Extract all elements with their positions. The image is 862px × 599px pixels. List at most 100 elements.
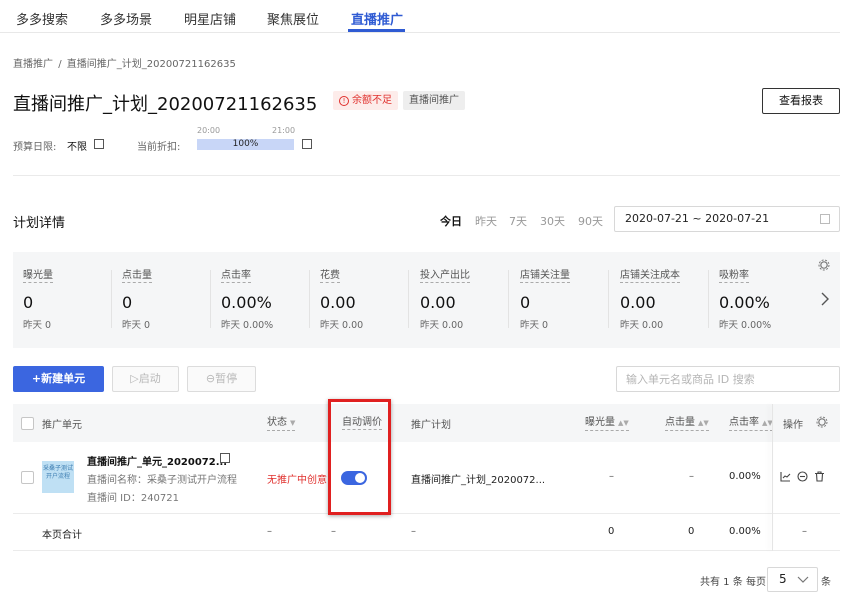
sort-icon[interactable]: ▲▼ <box>618 417 629 430</box>
col-impressions[interactable]: 曝光量 ▲▼ <box>585 416 629 431</box>
breadcrumb: 直播推广 / 直播间推广_计划_20200721162635 <box>13 55 236 70</box>
metric-value: 0.00 <box>620 293 656 312</box>
plan-type-tag: 直播间推广 <box>403 91 465 110</box>
tab-focus-booth[interactable]: 聚焦展位 <box>267 9 319 28</box>
discount-time-start: 20:00 <box>197 126 221 135</box>
metric-card[interactable]: 投入产出比 0.00 昨天 0.00 <box>410 252 509 348</box>
summary-ctr: 0.00% <box>729 526 761 537</box>
chevron-down-icon <box>797 576 809 583</box>
metric-value: 0.00% <box>221 293 272 312</box>
summary-plan: – <box>411 526 416 537</box>
metric-label: 投入产出比 <box>420 270 470 283</box>
metric-value: 0.00 <box>320 293 356 312</box>
metric-value: 0.00% <box>719 293 770 312</box>
edit-unit-name-icon[interactable] <box>220 453 230 463</box>
sort-icon[interactable]: ▲▼ <box>698 417 709 430</box>
daily-budget-value: 不限 <box>67 142 87 153</box>
col-status-label: 状态 <box>267 417 287 428</box>
plan-name-link[interactable]: 直播间推广_计划_2020072... <box>411 471 545 486</box>
metric-yesterday: 昨天 0 <box>23 320 52 331</box>
pause-circle-icon: ⊖ <box>205 372 216 385</box>
unit-search-input[interactable] <box>616 366 840 392</box>
summary-label: 本页合计 <box>42 530 82 541</box>
metric-separator <box>508 270 509 328</box>
balance-warning-badge: ! 余额不足 <box>333 91 398 110</box>
range-30d[interactable]: 30天 <box>540 213 565 229</box>
col-ctr-label: 点击率 <box>729 417 759 428</box>
view-report-button[interactable]: 查看报表 <box>762 88 840 114</box>
page-size-select[interactable]: 5 <box>767 567 818 592</box>
select-all-checkbox[interactable] <box>21 417 34 430</box>
chevron-right-icon[interactable] <box>820 292 830 306</box>
metric-yesterday: 昨天 0 <box>520 320 549 331</box>
page-size-value: 5 <box>779 572 787 586</box>
summary-auto-bid: – <box>331 526 336 537</box>
metrics-panel: 曝光量 0 昨天 0 点击量 0 昨天 0 点击率 0.00% 昨天 0.00%… <box>13 252 840 348</box>
metric-separator <box>608 270 609 328</box>
row-impressions: – <box>609 471 614 482</box>
summary-row <box>13 514 840 551</box>
unit-name-link[interactable]: 直播间推广_单元_2020072... <box>87 453 227 468</box>
range-yesterday[interactable]: 昨天 <box>475 213 497 229</box>
column-settings-gear-icon[interactable] <box>816 416 828 428</box>
metric-card[interactable]: 店铺关注量 0 昨天 0 <box>510 252 609 348</box>
edit-discount-icon[interactable] <box>302 139 312 149</box>
range-7d[interactable]: 7天 <box>509 213 527 229</box>
metric-label: 吸粉率 <box>719 270 749 283</box>
pause-button[interactable]: ⊖暂停 <box>187 366 256 392</box>
start-button[interactable]: ▷启动 <box>112 366 179 392</box>
date-range-value: 2020-07-21 ~ 2020-07-21 <box>625 212 770 225</box>
tab-duoduo-search[interactable]: 多多搜索 <box>16 9 68 28</box>
discount-value: 100% <box>232 139 259 149</box>
col-unit: 推广单元 <box>42 420 82 431</box>
start-label: 启动 <box>138 372 161 385</box>
discount-time-end: 21:00 <box>272 126 296 135</box>
balance-warning-text: 余额不足 <box>352 95 392 106</box>
live-room-name: 直播间名称：采桑子测试开户流程 <box>87 475 237 486</box>
breadcrumb-current: 直播间推广_计划_20200721162635 <box>66 59 236 70</box>
col-status[interactable]: 状态 ▼ <box>267 416 296 431</box>
breadcrumb-parent[interactable]: 直播推广 <box>13 59 53 70</box>
metric-card[interactable]: 吸粉率 0.00% 昨天 0.00% <box>709 252 808 348</box>
col-clicks[interactable]: 点击量 ▲▼ <box>665 416 709 431</box>
row-checkbox[interactable] <box>21 471 34 484</box>
summary-status: – <box>267 526 272 537</box>
metric-card[interactable]: 点击率 0.00% 昨天 0.00% <box>211 252 310 348</box>
per-page-label: 每页 <box>746 577 766 588</box>
edit-budget-icon[interactable] <box>94 139 104 149</box>
table-header: 推广单元 状态 ▼ 自动调价 推广计划 曝光量 ▲▼ 点击量 ▲▼ 点击率 ▲▼ 操作 <box>13 404 840 442</box>
metric-card[interactable]: 花费 0.00 昨天 0.00 <box>310 252 409 348</box>
pagination-total: 共有 1 条 <box>700 577 743 588</box>
metric-card[interactable]: 店铺关注成本 0.00 昨天 0.00 <box>610 252 709 348</box>
range-90d[interactable]: 90天 <box>578 213 603 229</box>
date-range-picker[interactable]: 2020-07-21 ~ 2020-07-21 <box>614 206 840 232</box>
chart-icon[interactable] <box>780 471 791 482</box>
metric-value: 0 <box>122 293 133 312</box>
discount-bar: 100% <box>197 139 294 150</box>
metric-yesterday: 昨天 0.00 <box>420 320 464 331</box>
live-room-id: 直播间 ID：240721 <box>87 493 180 504</box>
col-ctr[interactable]: 点击率 ▲▼ <box>729 416 773 431</box>
metric-card[interactable]: 点击量 0 昨天 0 <box>112 252 211 348</box>
metric-yesterday: 昨天 0.00 <box>320 320 364 331</box>
summary-impressions: 0 <box>608 526 615 537</box>
trash-icon[interactable] <box>814 471 825 482</box>
summary-ops: – <box>802 526 807 537</box>
metric-card[interactable]: 曝光量 0 昨天 0 <box>13 252 112 348</box>
tab-star-store[interactable]: 明星店铺 <box>184 9 236 28</box>
metric-yesterday: 昨天 0.00 <box>620 320 664 331</box>
tab-live-promotion[interactable]: 直播推广 <box>351 9 403 28</box>
new-unit-button[interactable]: +新建单元 <box>13 366 104 392</box>
metric-separator <box>408 270 409 328</box>
col-clicks-label: 点击量 <box>665 417 695 428</box>
filter-icon[interactable]: ▼ <box>290 417 295 430</box>
metric-value: 0 <box>520 293 531 312</box>
range-today[interactable]: 今日 <box>440 213 462 229</box>
metrics-settings-gear-icon[interactable] <box>818 259 830 271</box>
row-clicks: – <box>689 471 694 482</box>
metric-label: 曝光量 <box>23 270 53 283</box>
tab-duoduo-scene[interactable]: 多多场景 <box>100 9 152 28</box>
divider <box>13 175 840 176</box>
pause-circle-icon[interactable] <box>797 471 808 482</box>
row-ctr: 0.00% <box>729 471 761 482</box>
